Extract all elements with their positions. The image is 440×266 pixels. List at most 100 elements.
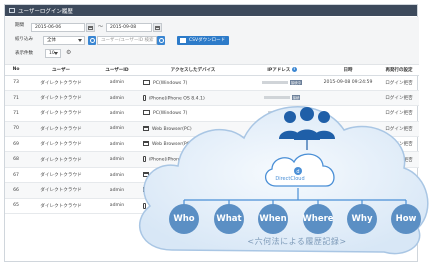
col-ip-label: IPアドレス [267,67,291,73]
phone-icon [143,94,146,101]
info-icon[interactable]: i [291,66,297,72]
device-name: PC(Windows 7) [153,80,188,86]
cell-action[interactable]: ログイン拒否 [379,182,419,199]
device-name: iPhone(iPh [149,204,174,210]
cell-user: ダイレクトクラウド [27,105,95,122]
cell-user: ダイレクトクラウド [27,151,95,168]
calendar-to-icon[interactable] [153,23,162,32]
cell-user: ダイレクトクラウド [27,167,95,184]
device-name: iPhone(iPhone OS 8.4.1) [149,157,205,163]
ip-redacted [268,187,294,191]
search-button[interactable] [157,36,165,45]
search-input[interactable]: ユーザー/ユーザーID 検索 [97,36,157,45]
cell-device: Web Browser(PC) [139,136,247,153]
search-icon[interactable] [88,36,96,45]
cell-ip [247,121,317,138]
table-row[interactable]: 71 ダイレクトクラウド admin iPhone(iPhone OS 8.4.1) 接… [5,90,419,107]
cell-no: 73 [5,75,27,91]
cell-action[interactable]: ログイン拒否 [379,121,419,138]
table-row[interactable]: 73 ダイレクトクラウド admin PC(Windows 7) 接続中 2015-09-… [5,75,419,91]
web-icon [143,172,149,178]
label-when: When [259,214,287,224]
download-icon [180,38,186,43]
cell-user: ダイレクトクラウド [27,198,95,215]
pc-icon [143,79,150,85]
col-no[interactable]: No [5,65,27,76]
cell-action[interactable]: ログイン拒否 [379,75,419,91]
cell-date [317,182,379,199]
cell-user: ダイレクトクラウド [27,75,95,91]
cell-user-id: admin [95,105,139,122]
table-row[interactable]: 68 ダイレクトクラウド admin iPhone(iPhone OS 8.4.1) ロ… [5,151,419,168]
device-name: Web Browser(PC) [152,126,192,132]
web-icon [143,187,149,193]
cell-action[interactable]: ログイン拒否 [379,151,419,168]
cell-date [317,136,379,153]
cell-user-id: admin [95,182,139,199]
per-page-label: 表示件数 [15,51,33,56]
status-badge: 接続 [291,95,301,101]
label-what: What [216,214,242,224]
table-row[interactable]: 65 ダイレクトクラウド admin iPhone(iPh ログイン拒否 [5,198,419,215]
gear-icon[interactable]: ⚙ [66,49,71,56]
cell-device: Web Browser(PC) [139,121,247,138]
ip-redacted [268,126,294,130]
cell-user-id: admin [95,167,139,184]
narrow-label: 絞り込み [15,37,33,42]
device-name: Web Browser(PC) [152,173,192,179]
table-row[interactable]: 67 ダイレクトクラウド admin Web Browser(PC) ログイン拒否 [5,167,419,184]
web-icon [143,125,149,131]
label-where: Where [302,214,334,224]
table-row[interactable]: 71 ダイレクトクラウド admin PC(Windows 7) ログイン拒否 [5,105,419,122]
ip-redacted [263,96,290,100]
login-history-table: No ユーザー ユーザーID アクセスしたデバイス IPアドレス i 日時 再発… [5,65,419,215]
cell-no: 71 [5,90,27,107]
caption-5w1h: <六何法による履歴記録> [247,237,347,246]
cell-action[interactable]: ログイン拒否 [379,167,419,184]
cell-date: 2015-09-08 09:24:59 [317,75,379,91]
label-why: Why [351,214,373,224]
cell-user-id: admin [95,121,139,138]
cell-user: ダイレクトクラウド [27,136,95,153]
table-row[interactable]: 70 ダイレクトクラウド admin Web Browser(PC) ログイン拒否 [5,121,419,138]
table-row[interactable]: 69 ダイレクトクラウド admin Web Browser(PC) ログイン拒否 [5,136,419,153]
cell-action[interactable]: ログイン拒否 [379,90,419,107]
cell-user-id: admin [95,151,139,168]
cell-date [317,167,379,184]
date-from-input[interactable]: 2015-06-06 [31,23,85,32]
ip-redacted [268,157,294,161]
col-user-id[interactable]: ユーザーID [95,65,139,76]
cell-action[interactable]: ログイン拒否 [379,198,419,215]
calendar-from-icon[interactable] [86,23,95,32]
cell-no: 67 [5,167,27,184]
user-list-icon [9,8,15,13]
web-icon [143,141,149,147]
col-date[interactable]: 日時 [317,65,379,76]
per-page-select[interactable]: 10 [45,49,61,58]
csv-download-button[interactable]: CSVダウンロード [177,36,230,45]
directcloud-logo-text: DirectCloud [275,176,305,182]
date-to-input[interactable]: 2015-09-08 [106,23,152,32]
cell-user-id: admin [95,90,139,107]
cell-user-id: admin [95,136,139,153]
col-ip[interactable]: IPアドレス i [247,65,317,76]
table-row[interactable]: 66 ダイレクトクラウド admin Web Browser(PC) ログイン拒否 [5,182,419,199]
ip-redacted [268,141,294,145]
label-who: Who [173,214,195,224]
cell-device: iPhone(iPhone OS 8.4.1) [139,151,247,168]
cell-user: ダイレクトクラウド [27,182,95,199]
cell-action[interactable]: ログイン拒否 [379,136,419,153]
label-how: How [395,214,417,224]
cell-user-id: admin [95,198,139,215]
phone-icon [143,156,146,163]
col-user[interactable]: ユーザー [27,65,95,76]
cell-action[interactable]: ログイン拒否 [379,105,419,122]
chevron-down-icon [78,39,82,42]
date-range-tilde: 〜 [98,24,104,30]
col-device[interactable]: アクセスしたデバイス [139,65,247,76]
col-action[interactable]: 再発行の設定 [379,65,419,76]
cell-user-id: admin [95,75,139,91]
chevron-down-icon [54,52,58,55]
cell-device: iPhone(iPhone OS 8.4.1) [139,90,247,107]
narrow-select[interactable]: 全体 [43,36,85,45]
